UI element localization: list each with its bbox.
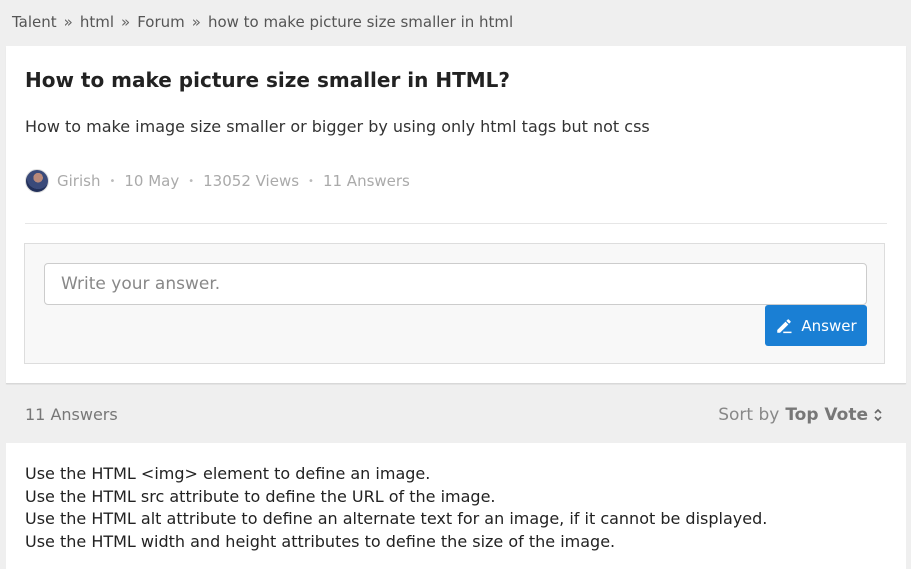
breadcrumb-separator: » xyxy=(191,13,201,31)
sort-chevrons-icon xyxy=(874,408,882,422)
answer-line: Use the HTML width and height attributes… xyxy=(25,531,616,551)
answer-button-label: Answer xyxy=(801,316,857,335)
answer-line: Use the HTML <img> element to define an … xyxy=(25,464,431,483)
breadcrumb-talent[interactable]: Talent xyxy=(12,13,57,31)
question-title: How to make picture size smaller in HTML… xyxy=(25,68,510,92)
answer-form: Answer xyxy=(24,243,885,364)
answer-count: 11 Answers xyxy=(322,172,410,190)
breadcrumb-separator: » xyxy=(121,13,131,31)
breadcrumb-html[interactable]: html xyxy=(80,13,114,31)
answer-button[interactable]: Answer xyxy=(765,305,867,346)
question-meta: Girish • 10 May • 13052 Views • 11 Answe… xyxy=(25,169,410,193)
avatar[interactable] xyxy=(25,169,49,193)
sort-value: Top Vote xyxy=(785,405,868,425)
pencil-icon xyxy=(777,318,792,333)
sort-dropdown[interactable]: Sort by Top Vote xyxy=(718,405,883,425)
meta-dot: • xyxy=(308,175,314,187)
breadcrumb: Talent » html » Forum » how to make pict… xyxy=(0,0,911,44)
answer-input[interactable] xyxy=(44,263,867,305)
answer-line: Use the HTML alt attribute to define an … xyxy=(25,509,768,528)
breadcrumb-separator: » xyxy=(63,13,73,31)
breadcrumb-current: how to make picture size smaller in html xyxy=(207,13,514,31)
meta-dot: • xyxy=(109,175,116,187)
answers-count: 11 Answers xyxy=(25,405,118,424)
question-card: How to make picture size smaller in HTML… xyxy=(6,46,906,384)
sort-prefix: Sort by xyxy=(718,405,780,425)
meta-dot: • xyxy=(188,175,195,187)
question-body: How to make image size smaller or bigger… xyxy=(25,117,650,136)
answers-header: 11 Answers Sort by Top Vote xyxy=(0,385,911,443)
breadcrumb-forum[interactable]: Forum xyxy=(137,13,185,31)
answer-card: Use the HTML <img> element to define an … xyxy=(6,443,906,569)
divider xyxy=(25,223,887,224)
view-count: 13052 Views xyxy=(203,172,300,190)
post-date: 10 May xyxy=(124,172,180,190)
answer-text: Use the HTML <img> element to define an … xyxy=(25,463,767,553)
author-name[interactable]: Girish xyxy=(57,172,100,190)
answer-line: Use the HTML src attribute to define the… xyxy=(25,486,496,506)
